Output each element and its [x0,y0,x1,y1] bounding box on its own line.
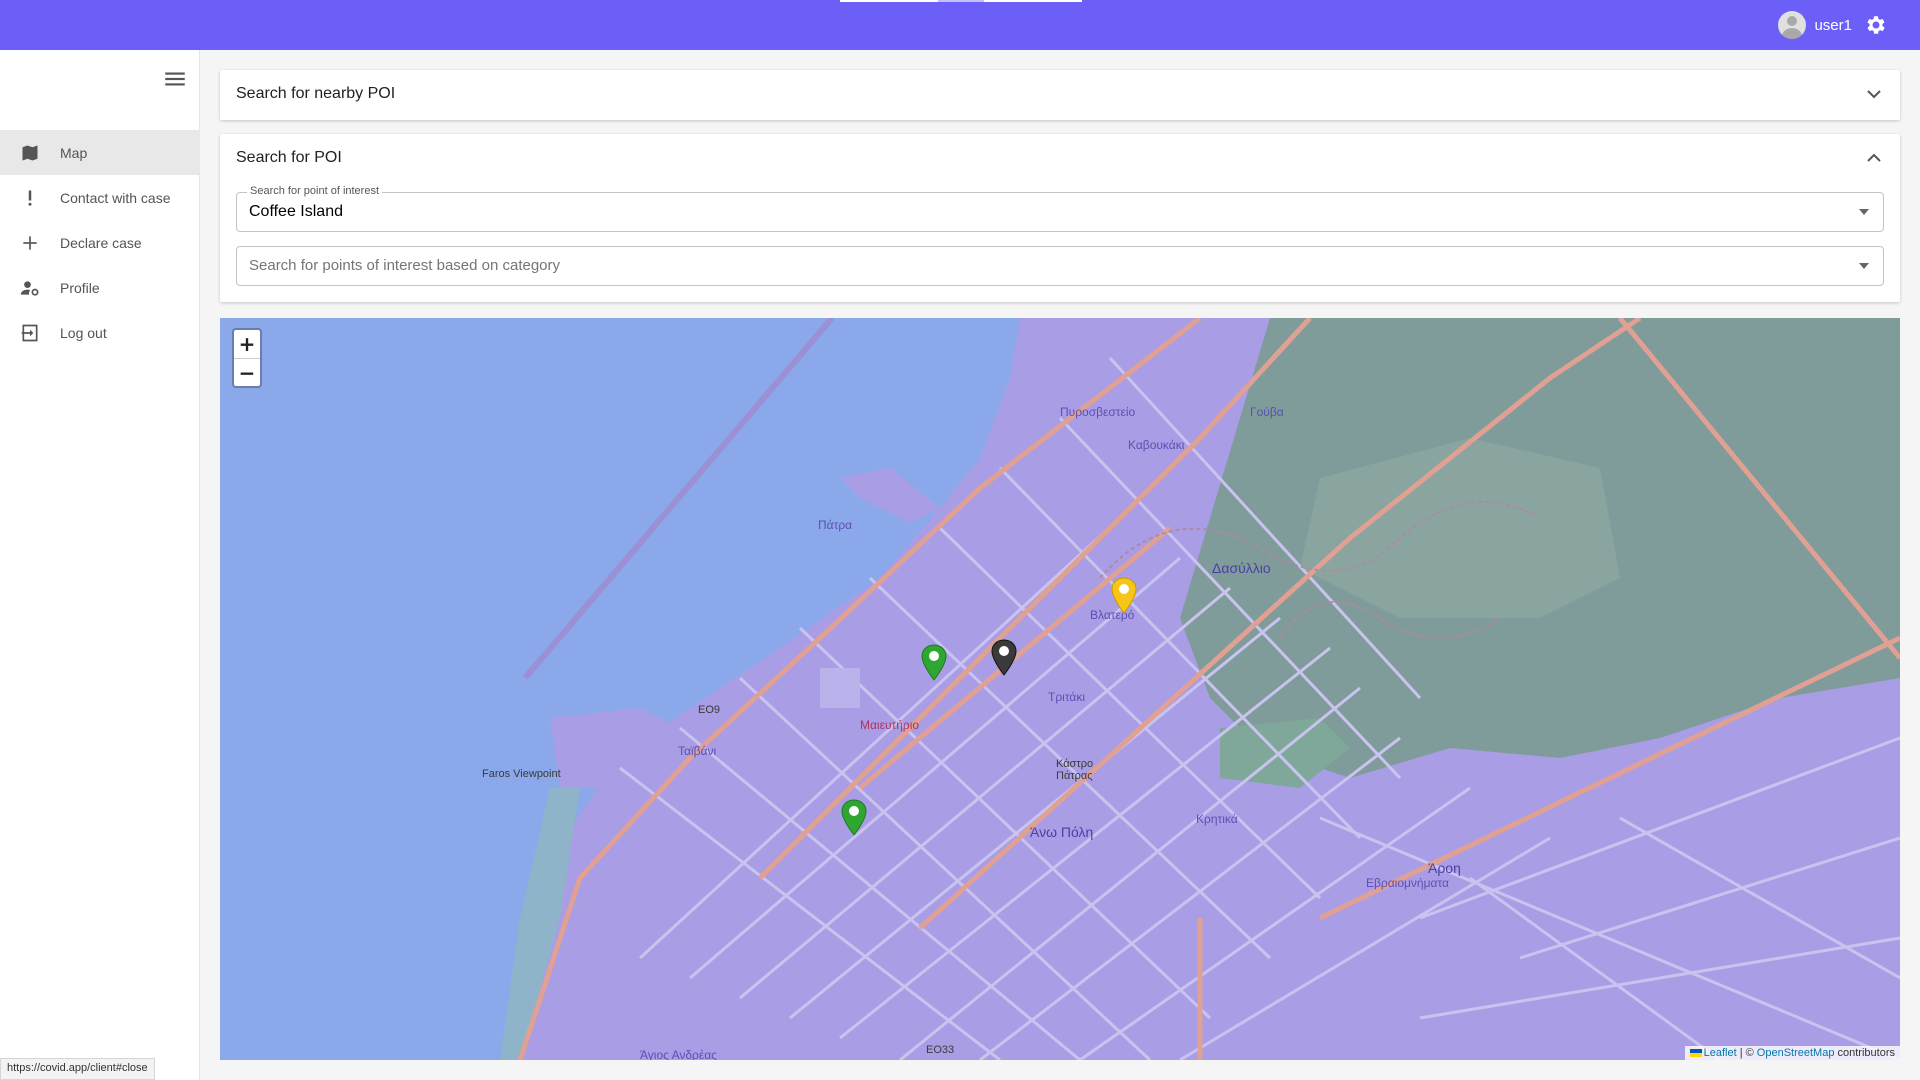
poi-search-panel: Search for POI Search for point of inter… [220,134,1900,302]
map-label-patra: Πάτρα [818,518,853,532]
chevron-down-icon[interactable] [1866,86,1882,102]
sidebar-item-label: Log out [60,324,107,341]
map-attribution: Leaflet | © OpenStreetMap contributors [1684,1046,1900,1060]
map-label-faros: Faros Viewpoint [482,768,561,780]
map-label-eo33: ΕΟ33 [926,1044,955,1056]
logout-icon [20,323,40,343]
hamburger-menu-icon[interactable] [162,66,188,92]
map-tiles[interactable] [220,318,1900,1060]
avatar[interactable] [1778,11,1807,39]
category-select[interactable] [236,246,1884,286]
map-marker-green[interactable] [838,798,870,838]
map-label-agios-andreas: Άγιος Ανδρέας [640,1048,717,1060]
map-label-tritaki: Τριτάκι [1048,690,1085,704]
poi-search-header[interactable]: Search for POI [220,134,1900,182]
map-marker-yellow[interactable] [1108,576,1140,616]
leaflet-link[interactable]: Leaflet [1704,1047,1737,1059]
sidebar-item-log-out[interactable]: Log out [0,310,200,355]
sidebar-item-contact-with-case[interactable]: Contact with case [0,175,200,220]
sidebar-item-label: Contact with case [60,189,171,206]
loading-bar-middle [938,0,984,2]
zoom-in-button[interactable]: + [234,330,260,358]
plus-icon [20,233,40,253]
sidebar-item-declare-case[interactable]: Declare case [0,220,200,265]
nearby-poi-panel: Search for nearby POI [220,70,1900,120]
map-marker-black[interactable] [988,638,1020,678]
map-label-dasylio: Δασύλλιο [1212,560,1271,576]
map-view[interactable]: Πάτρα Δασύλλιο Βλατερό Πυροσβεστείο Γούβ… [220,318,1900,1060]
map-label-ano-poli: Άνω Πόλη [1030,824,1094,840]
sidebar-item-label: Declare case [60,234,142,251]
panel-title: Search for nearby POI [236,85,396,102]
map-label-kavoukaki: Καβουκάκι [1128,438,1185,452]
poi-input[interactable] [249,203,1829,221]
map-label-taivani: Ταϊβάνι [678,744,717,758]
sidebar: Map Contact with case Declare case Profi… [0,50,200,1080]
category-input[interactable] [249,257,1829,274]
openstreetmap-link[interactable]: OpenStreetMap [1757,1047,1835,1059]
map-label-kastro: Κάστρο Πάτρας [1056,758,1094,782]
map-label-eo9: ΕΟ9 [698,704,721,716]
username-label[interactable]: user1 [1814,17,1852,34]
sidebar-item-map[interactable]: Map [0,130,200,175]
panel-title: Search for POI [236,149,342,166]
loading-bar-left [840,0,938,2]
loading-bar-right [984,0,1082,2]
chevron-up-icon[interactable] [1866,150,1882,166]
nearby-poi-header[interactable]: Search for nearby POI [220,70,1900,118]
map-label-maieftirio: Μαιευτήριο [860,718,920,732]
sidebar-item-profile[interactable]: Profile [0,265,200,310]
browser-status-url: https://covid.app/client#close [0,1058,155,1080]
map-icon [20,143,40,163]
map-label-evraiomnimata: Εβραιομνήματα [1366,876,1449,890]
poi-field-label: Search for point of interest [247,185,383,197]
zoom-out-button[interactable]: − [234,358,260,386]
map-marker-green[interactable] [918,643,950,683]
sidebar-item-label: Map [60,144,88,161]
zoom-control: + − [232,328,262,388]
map-label-aroi: Άροη [1428,860,1461,876]
attribution-separator: | © [1739,1047,1754,1059]
map-label-gouva: Γούβα [1250,405,1284,419]
gear-icon[interactable] [1864,13,1888,37]
map-label-krytika: Κρητικά [1196,812,1238,826]
map-label-pyrosveteio: Πυροσβεστείο [1060,405,1136,419]
ukraine-flag-icon [1689,1049,1702,1058]
poi-select[interactable]: Search for point of interest [236,185,1884,232]
user-menu[interactable]: user1 [1778,11,1888,39]
exclamation-icon [20,188,40,208]
sidebar-item-label: Profile [60,279,100,296]
user-gear-icon [20,278,40,298]
dropdown-arrow-icon[interactable] [1859,209,1869,215]
attribution-contributors: contributors [1837,1047,1895,1059]
dropdown-arrow-icon[interactable] [1859,263,1869,269]
sidebar-nav: Map Contact with case Declare case Profi… [0,130,200,355]
app-bar: user1 [0,0,1920,50]
